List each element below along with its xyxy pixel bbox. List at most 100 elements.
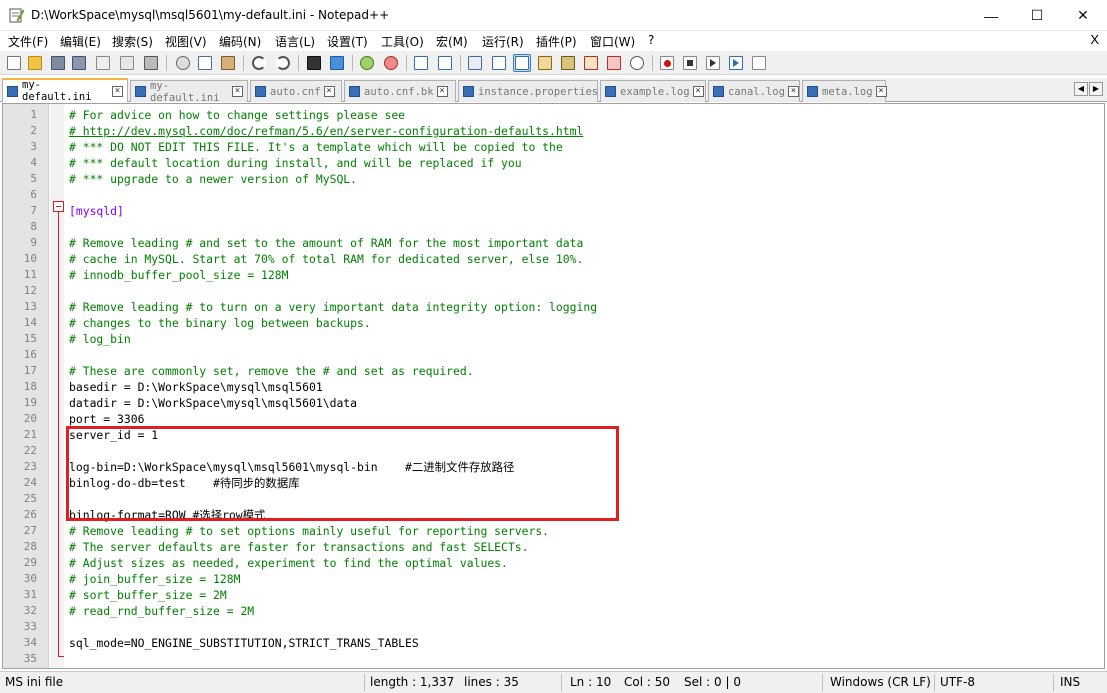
menu-encoding[interactable]: 编码(N) xyxy=(219,33,261,50)
tab-my-default-ini-2[interactable]: my-default.ini × xyxy=(130,80,248,104)
status-eol[interactable]: Windows (CR LF) xyxy=(830,675,931,689)
folder-workspace-icon[interactable] xyxy=(605,54,623,72)
code-line[interactable]: 14 # changes to the binary log between ba… xyxy=(3,315,1104,331)
code-line[interactable]: 28 # The server defaults are faster for t… xyxy=(3,539,1104,555)
menu-file[interactable]: 文件(F) xyxy=(8,33,48,50)
zoom-out-icon[interactable] xyxy=(382,54,400,72)
run-macro-multiple-icon[interactable] xyxy=(727,54,745,72)
code-line[interactable]: 16 xyxy=(3,347,1104,363)
word-wrap-icon[interactable] xyxy=(466,54,484,72)
code-line[interactable]: 35 xyxy=(3,651,1104,667)
undo-icon[interactable] xyxy=(250,54,268,72)
tab-auto-cnf[interactable]: auto.cnf × xyxy=(250,80,342,102)
menu-run[interactable]: 运行(R) xyxy=(482,33,524,50)
code-line[interactable]: 24 binlog-do-db=test #待同步的数据库 xyxy=(3,475,1104,491)
code-line[interactable]: 18 basedir = D:\WorkSpace\mysql\msql5601 xyxy=(3,379,1104,395)
code-line[interactable]: 4 # *** default location during install, … xyxy=(3,155,1104,171)
code-line[interactable]: 34 sql_mode=NO_ENGINE_SUBSTITUTION,STRICT… xyxy=(3,635,1104,651)
code-line[interactable]: 22 xyxy=(3,443,1104,459)
code-line[interactable]: 11 # innodb_buffer_pool_size = 128M xyxy=(3,267,1104,283)
code-line[interactable]: 12 xyxy=(3,283,1104,299)
code-line[interactable]: 19 datadir = D:\WorkSpace\mysql\msql5601\… xyxy=(3,395,1104,411)
print-icon[interactable] xyxy=(142,54,160,72)
code-line[interactable]: 3 # *** DO NOT EDIT THIS FILE. It's a tem… xyxy=(3,139,1104,155)
close-document-x[interactable]: X xyxy=(1090,32,1099,47)
monitor-icon[interactable] xyxy=(628,54,646,72)
save-icon[interactable] xyxy=(49,54,67,72)
code-lines[interactable]: 1 # For advice on how to change settings … xyxy=(3,107,1104,667)
minimize-button[interactable]: — xyxy=(968,0,1014,31)
code-line[interactable]: 23 log-bin=D:\WorkSpace\mysql\msql5601\my… xyxy=(3,459,1104,475)
code-line[interactable]: 1 # For advice on how to change settings … xyxy=(3,107,1104,123)
copy-icon[interactable] xyxy=(196,54,214,72)
menu-settings[interactable]: 设置(T) xyxy=(327,33,368,50)
code-line[interactable]: 25 xyxy=(3,491,1104,507)
code-line[interactable]: 30 # join_buffer_size = 128M xyxy=(3,571,1104,587)
close-window-button[interactable]: ✕ xyxy=(1060,0,1106,31)
menu-plugins[interactable]: 插件(P) xyxy=(536,33,577,50)
close-all-icon[interactable] xyxy=(118,54,136,72)
code-line[interactable]: 6 xyxy=(3,187,1104,203)
tab-instance-properties[interactable]: instance.properties × xyxy=(458,80,613,102)
code-line[interactable]: 32 # read_rnd_buffer_size = 2M xyxy=(3,603,1104,619)
code-line[interactable]: 26 binlog-format=ROW #选择row模式 xyxy=(3,507,1104,523)
close-tab-icon[interactable]: × xyxy=(232,86,243,97)
tab-scroll-left-icon[interactable]: ◀ xyxy=(1074,82,1088,96)
menu-view[interactable]: 视图(V) xyxy=(165,33,207,50)
code-line[interactable]: 8 xyxy=(3,219,1104,235)
close-tab-icon[interactable]: × xyxy=(787,86,799,97)
doc-map-icon[interactable] xyxy=(559,54,577,72)
sync-horizontal-icon[interactable] xyxy=(436,54,454,72)
tab-example-log[interactable]: example.log × xyxy=(600,80,706,102)
code-line[interactable]: 10 # cache in MySQL. Start at 70% of tota… xyxy=(3,251,1104,267)
user-lang-icon[interactable] xyxy=(536,54,554,72)
close-file-icon[interactable] xyxy=(94,54,112,72)
cut-icon[interactable] xyxy=(174,54,192,72)
code-line[interactable]: 31 # sort_buffer_size = 2M xyxy=(3,587,1104,603)
code-line[interactable]: 17 # These are commonly set, remove the #… xyxy=(3,363,1104,379)
status-encoding[interactable]: UTF-8 xyxy=(940,675,975,689)
tab-scroll-right-icon[interactable]: ▶ xyxy=(1089,82,1103,96)
tab-auto-cnf-bk[interactable]: auto.cnf.bk × xyxy=(344,80,456,102)
menu-window[interactable]: 窗口(W) xyxy=(590,33,635,50)
code-line[interactable]: 13 # Remove leading # to turn on a very i… xyxy=(3,299,1104,315)
save-macro-icon[interactable] xyxy=(750,54,768,72)
redo-icon[interactable] xyxy=(274,54,292,72)
close-tab-icon[interactable]: × xyxy=(112,85,123,97)
code-line[interactable]: 9 # Remove leading # and set to the amoun… xyxy=(3,235,1104,251)
play-macro-icon[interactable] xyxy=(704,54,722,72)
sync-vertical-icon[interactable] xyxy=(412,54,430,72)
code-line[interactable]: 33 xyxy=(3,619,1104,635)
code-line[interactable]: 5 # *** upgrade to a newer version of MyS… xyxy=(3,171,1104,187)
new-file-icon[interactable] xyxy=(5,54,23,72)
close-tab-icon[interactable]: × xyxy=(436,86,448,97)
code-line[interactable]: 20 port = 3306 xyxy=(3,411,1104,427)
paste-icon[interactable] xyxy=(219,54,237,72)
code-line[interactable]: 2 # http://dev.mysql.com/doc/refman/5.6/e… xyxy=(3,123,1104,139)
find-icon[interactable] xyxy=(305,54,323,72)
record-macro-icon[interactable] xyxy=(658,54,676,72)
close-tab-icon[interactable]: × xyxy=(323,86,335,97)
menu-tools[interactable]: 工具(O) xyxy=(381,33,424,50)
status-insert-mode[interactable]: INS xyxy=(1060,675,1080,689)
menu-macro[interactable]: 宏(M) xyxy=(436,33,468,50)
close-tab-icon[interactable]: × xyxy=(692,86,704,97)
save-all-icon[interactable] xyxy=(70,54,88,72)
code-line[interactable]: 21 server_id = 1 xyxy=(3,427,1104,443)
tab-canal-log[interactable]: canal.log × xyxy=(708,80,800,102)
indent-guide-icon[interactable] xyxy=(513,54,531,72)
close-tab-icon[interactable]: × xyxy=(875,86,887,97)
text-editor[interactable]: 1 # For advice on how to change settings … xyxy=(2,103,1105,669)
show-all-chars-icon[interactable] xyxy=(490,54,508,72)
menu-language[interactable]: 语言(L) xyxy=(275,33,315,50)
tab-meta-log[interactable]: meta.log × xyxy=(802,80,887,102)
replace-icon[interactable] xyxy=(328,54,346,72)
code-line[interactable]: 27 # Remove leading # to set options main… xyxy=(3,523,1104,539)
tab-my-default-ini[interactable]: my-default.ini × xyxy=(2,78,128,103)
zoom-in-icon[interactable] xyxy=(358,54,376,72)
menu-help[interactable]: ? xyxy=(648,33,654,47)
stop-record-icon[interactable] xyxy=(681,54,699,72)
code-line[interactable]: 7 [mysqld] xyxy=(3,203,1104,219)
code-line[interactable]: 15 # log_bin xyxy=(3,331,1104,347)
menu-search[interactable]: 搜索(S) xyxy=(112,33,153,50)
